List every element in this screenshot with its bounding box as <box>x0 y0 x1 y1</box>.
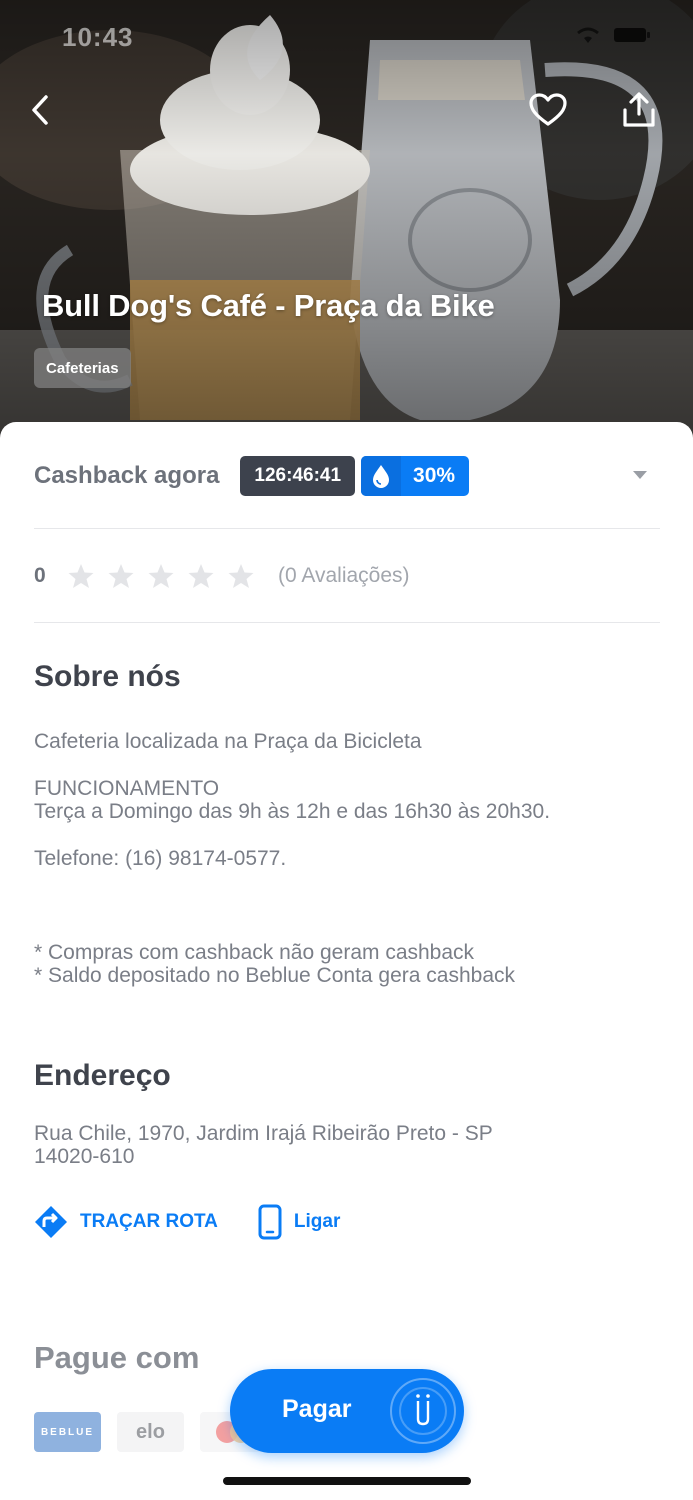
beblue-mark-icon <box>399 1387 447 1435</box>
rating-value: 0 <box>34 564 46 587</box>
star-icon <box>148 564 174 588</box>
cashback-row[interactable]: Cashback agora 126:46:41 30% <box>34 456 660 496</box>
status-time: 10:43 <box>62 22 134 52</box>
water-drop-icon <box>373 465 390 488</box>
star-icon <box>108 564 134 588</box>
chevron-left-icon <box>32 95 48 125</box>
about-description: Cafeteria localizada na Praça da Bicicle… <box>34 730 422 753</box>
rating-stars <box>68 563 254 589</box>
review-count: (0 Avaliações) <box>278 564 410 587</box>
route-label: TRAÇAR ROTA <box>80 1211 218 1232</box>
call-button[interactable]: Ligar <box>258 1204 340 1240</box>
drop-icon-box <box>361 456 402 496</box>
cashback-timer: 126:46:41 <box>240 456 356 496</box>
beblue-logo-icon <box>390 1378 456 1444</box>
star-icon <box>68 564 94 588</box>
call-label: Ligar <box>293 1211 341 1232</box>
payment-method-beblue: BEBLUE <box>34 1412 101 1452</box>
back-button[interactable] <box>18 88 62 132</box>
address-title: Endereço <box>34 1059 171 1092</box>
phone-icon <box>258 1204 282 1240</box>
battery-icon <box>614 28 650 42</box>
home-indicator[interactable] <box>223 1477 471 1485</box>
store-title: Bull Dog's Café - Praça da Bike <box>42 288 495 323</box>
divider <box>34 622 660 623</box>
divider <box>34 528 660 529</box>
heart-outline-icon <box>529 93 567 126</box>
address-text: Rua Chile, 1970, Jardim Irajá Ribeirão P… <box>34 1122 493 1168</box>
star-icon <box>188 564 214 588</box>
about-hours: FUNCIONAMENTO Terça a Domingo das 9h às … <box>34 777 551 823</box>
favorite-button[interactable] <box>526 88 570 132</box>
details-sheet: Cashback agora 126:46:41 30% 0 (0 Avalia… <box>0 422 693 1500</box>
caret-down-icon[interactable] <box>632 469 648 481</box>
cashback-label: Cashback agora <box>34 462 220 489</box>
share-button[interactable] <box>617 88 661 132</box>
directions-icon <box>35 1206 67 1238</box>
about-notes: * Compras com cashback não geram cashbac… <box>34 941 516 987</box>
category-chip[interactable]: Cafeterias <box>34 348 131 388</box>
hero-image: 10:43 Bull Dog's Café - Praça da Bike Ca… <box>0 0 693 440</box>
star-icon <box>228 564 254 588</box>
pay-with-title: Pague com <box>34 1340 200 1375</box>
wifi-icon <box>577 27 599 43</box>
about-phone: Telefone: (16) 98174-0577. <box>34 847 287 870</box>
rating-row[interactable]: 0 (0 Avaliações) <box>34 560 410 592</box>
cashback-percent-badge: 30% <box>361 456 470 496</box>
cashback-percent: 30% <box>413 464 456 487</box>
share-upload-icon <box>623 92 655 127</box>
pay-button-label: Pagar <box>282 1395 352 1423</box>
address-actions: TRAÇAR ROTA Ligar <box>34 1202 340 1242</box>
route-button[interactable]: TRAÇAR ROTA <box>34 1205 218 1239</box>
status-icons <box>575 26 651 44</box>
pay-button[interactable]: Pagar <box>230 1369 464 1453</box>
payment-method-elo: elo <box>117 1412 184 1452</box>
about-title: Sobre nós <box>34 660 181 693</box>
